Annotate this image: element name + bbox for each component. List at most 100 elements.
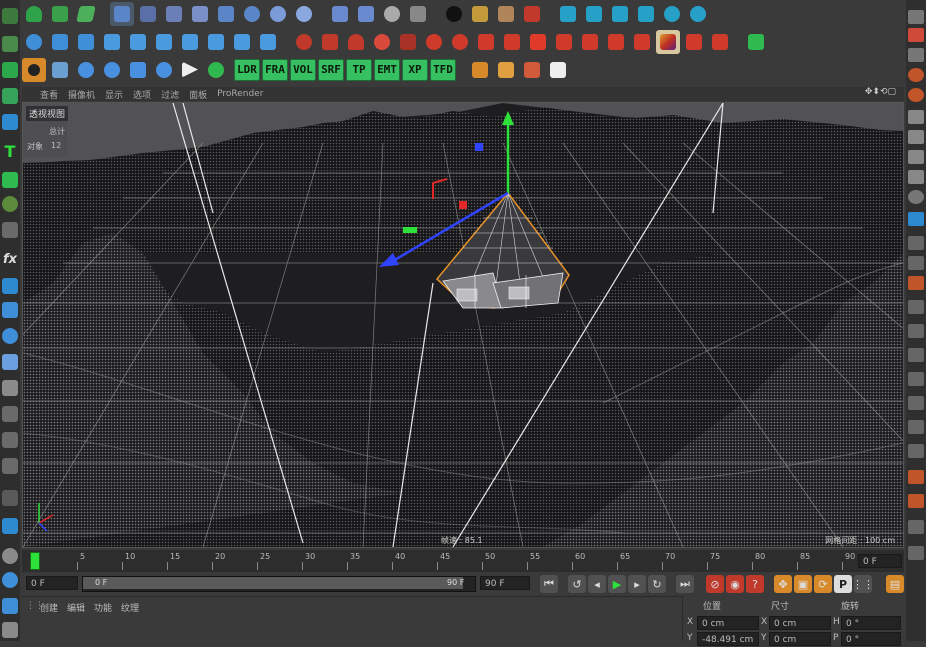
scale-tool-icon[interactable] [162,2,186,26]
box-red-icon[interactable] [526,30,550,54]
layer-icon[interactable] [2,432,18,448]
y-size-field[interactable]: 0 cm [769,632,831,646]
h-rotation-field[interactable]: 0 ° [841,616,901,630]
knife-icon[interactable] [908,150,924,164]
range-slider-fill[interactable] [83,577,463,589]
recent-tool-icon[interactable] [240,2,264,26]
magnet-red-icon[interactable] [292,30,316,54]
sphere-icon[interactable] [908,190,924,204]
emitter-icon[interactable] [48,58,72,82]
box-blue-icon[interactable] [126,58,150,82]
play-icon[interactable]: ▶ [608,575,626,593]
timeline-icon[interactable]: ▤ [886,575,904,593]
gradient-icon[interactable] [656,29,680,54]
next-key-icon[interactable]: ↻ [648,575,666,593]
grid-h-icon[interactable] [908,420,924,434]
key-rotate-icon[interactable]: ⟳ [814,575,832,593]
brush-b-icon[interactable] [908,470,924,484]
p-rotation-field[interactable]: 0 ° [841,632,901,646]
menu-create[interactable]: 创建 [40,601,58,614]
menu-prorender[interactable]: ProRender [217,89,263,99]
extrude-icon[interactable] [908,212,924,226]
splash-icon[interactable] [578,30,602,54]
target-icon[interactable] [448,30,472,54]
cycle-icon[interactable] [152,58,176,82]
model-mode-icon[interactable] [2,8,18,24]
bone-icon[interactable] [500,30,524,54]
virus-icon[interactable] [204,58,228,82]
menu-camera[interactable]: 摄像机 [68,88,95,101]
polygons-mode-icon[interactable] [2,114,18,130]
wings-icon[interactable] [552,30,576,54]
pen-icon[interactable] [2,518,18,534]
layout-b-icon[interactable] [582,2,606,26]
paint-drop-icon[interactable] [630,30,654,54]
x-position-field[interactable]: 0 cm [697,616,759,630]
emt-button[interactable]: EMT [374,58,400,81]
render-view-icon[interactable] [520,58,544,82]
bevel-icon[interactable] [908,170,924,184]
orange-box-icon[interactable] [468,58,492,82]
ldr-button[interactable]: LDR [234,58,260,81]
brush-icon[interactable] [908,88,924,102]
boole-a-icon[interactable] [660,2,684,26]
stamp-icon[interactable] [908,494,924,508]
settings-gear-icon[interactable] [22,57,46,82]
view-nav-icon[interactable]: ✥⬍⟲▢ [865,87,896,97]
magnet-icon[interactable] [908,68,924,82]
triangle-select-icon[interactable] [256,30,280,54]
layout-a-icon[interactable] [556,2,580,26]
rotate-tool-icon[interactable] [188,2,212,26]
axis-tool-icon[interactable] [214,2,238,26]
undo-icon[interactable] [328,2,352,26]
key-move-icon[interactable]: ✥ [774,575,792,593]
range-slider[interactable]: 0 F 90 F [82,576,476,592]
key-grid-icon[interactable]: ⋮⋮ [852,575,874,593]
texture-icon[interactable] [48,2,72,26]
lasso-icon[interactable] [178,30,202,54]
grid-g-icon[interactable] [908,396,924,410]
end-frame-field[interactable]: 90 F [480,576,530,590]
world-icon[interactable] [292,2,316,26]
timer-icon[interactable] [2,548,18,564]
menu-panel[interactable]: 面板 [189,88,207,101]
redo-icon[interactable] [354,2,378,26]
grid-c-icon[interactable] [908,300,924,314]
timeline[interactable]: 051015202530354045505560657075808590 0 F [22,550,904,572]
film-icon[interactable] [406,2,430,26]
menu-options[interactable]: 选项 [133,88,151,101]
tfd-button[interactable]: TFD [430,58,456,81]
menu-filter[interactable]: 过滤 [161,88,179,101]
menu-view[interactable]: 查看 [40,88,58,101]
bake-icon[interactable] [468,2,492,26]
menu-edit[interactable]: 编辑 [67,601,85,614]
workplane-icon[interactable] [2,302,18,318]
live-select-icon[interactable] [110,1,134,26]
grid-d-icon[interactable] [908,324,924,338]
xp-button[interactable]: XP [402,58,428,81]
stack-icon[interactable] [204,30,228,54]
paint-select-icon[interactable] [22,30,46,54]
viewport[interactable]: 透视视图 总计 对象 12 帧速 : 85.1 网格间距 : 100 cm [22,102,904,548]
magnet-select-icon[interactable] [152,30,176,54]
scene-icon[interactable] [2,458,18,474]
coord-tool-icon[interactable] [266,2,290,26]
playhead[interactable] [30,552,40,570]
auto-key-icon[interactable]: ◉ [726,575,744,593]
grid-i-icon[interactable] [908,444,924,458]
tp-button[interactable]: TP [346,58,372,81]
lock-icon[interactable] [2,380,18,396]
menu-texture[interactable]: 纹理 [121,601,139,614]
loop-icon[interactable] [908,130,924,144]
prev-frame-icon[interactable]: ◂ [588,575,606,593]
balloon-icon[interactable] [422,30,446,54]
text-tool-icon[interactable]: T [2,144,18,160]
layout-icon[interactable] [908,10,924,24]
vol-button[interactable]: VOL [290,58,316,81]
srf-button[interactable]: SRF [318,58,344,81]
gear-icon[interactable] [2,598,18,614]
globe-icon[interactable] [100,58,124,82]
grid-j-icon[interactable] [908,520,924,534]
x-particles-icon[interactable] [494,2,518,26]
uv-icon[interactable] [74,2,98,26]
